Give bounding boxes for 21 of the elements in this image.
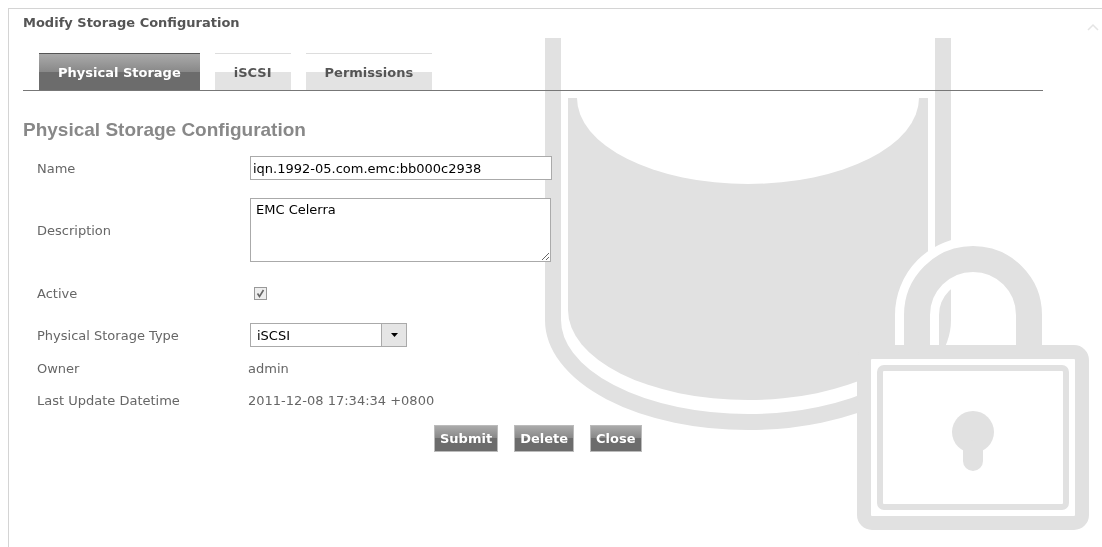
field-label: Physical Storage Type [37,327,180,343]
field-label: Description [37,222,113,238]
dialog-button[interactable]: Delete [514,425,575,452]
dialog-button[interactable]: Submit [434,425,499,452]
dialog-title: Modify Storage Configuration [23,15,240,32]
section-heading: Physical Storage Configuration [23,119,307,141]
dialog-button[interactable]: Close [590,425,642,452]
name-input-field[interactable]: iqn.1992-05.com.emc:bb000c2938 [250,156,552,180]
storage-type-dropdown[interactable]: iSCSI [250,323,407,347]
tab[interactable]: iSCSI [214,53,291,90]
field-label: Owner [37,360,81,376]
tab[interactable]: Physical Storage [39,53,200,90]
dropdown-arrow-icon [390,333,398,337]
field-label: Last Update Datetime [37,392,181,408]
field-label: Active [37,285,79,301]
field-label: Name [37,160,77,176]
tab[interactable]: Permissions [305,53,433,90]
field-value: admin [248,360,289,376]
active-checkbox[interactable] [254,286,267,300]
field-value: 2011-12-08 17:34:34 +0800 [248,392,435,408]
description-input-field[interactable]: EMC Celerra [250,198,551,262]
